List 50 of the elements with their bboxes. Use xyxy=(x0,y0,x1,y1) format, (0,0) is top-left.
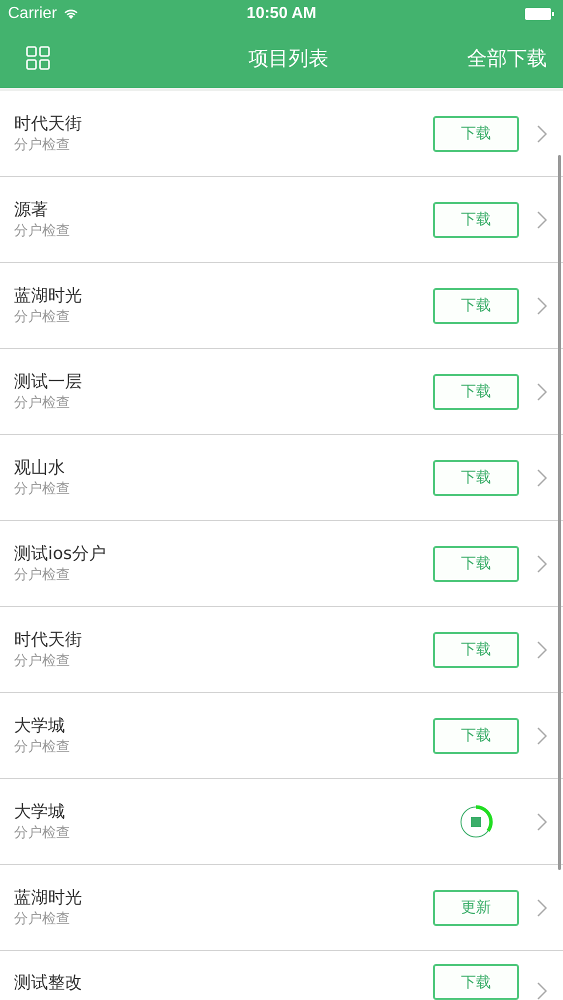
project-subtitle: 分户检查 xyxy=(14,738,71,756)
project-title: 测试ios分户 xyxy=(14,542,107,564)
project-subtitle: 分户检查 xyxy=(14,910,71,928)
project-subtitle: 分户检查 xyxy=(14,652,71,670)
download-progress-ring[interactable] xyxy=(458,804,494,840)
download-all-button[interactable]: 全部下载 xyxy=(467,44,547,72)
chevron-right-icon[interactable] xyxy=(537,982,547,1000)
project-title: 时代天街 xyxy=(14,112,83,134)
download-button[interactable]: 更新 xyxy=(433,890,519,926)
download-button[interactable]: 下载 xyxy=(433,374,519,410)
project-subtitle: 分户检查 xyxy=(14,222,71,240)
chevron-right-icon[interactable] xyxy=(537,554,547,572)
project-title: 测试一层 xyxy=(14,370,83,392)
chevron-right-icon[interactable] xyxy=(537,726,547,744)
download-button[interactable]: 下载 xyxy=(433,546,519,582)
download-button[interactable]: 下载 xyxy=(433,460,519,496)
chevron-right-icon[interactable] xyxy=(537,898,547,916)
download-button[interactable]: 下载 xyxy=(433,202,519,238)
project-title: 源著 xyxy=(14,198,49,220)
download-button[interactable]: 下载 xyxy=(433,632,519,668)
download-button[interactable]: 下载 xyxy=(433,116,519,152)
project-title: 观山水 xyxy=(14,456,66,478)
chevron-right-icon[interactable] xyxy=(537,382,547,400)
project-subtitle: 分户检查 xyxy=(14,566,71,584)
chevron-right-icon[interactable] xyxy=(537,640,547,658)
project-title: 蓝湖时光 xyxy=(14,886,83,908)
project-title: 蓝湖时光 xyxy=(14,284,83,306)
wifi-icon xyxy=(62,8,79,20)
project-title: 大学城 xyxy=(14,714,66,736)
chevron-right-icon[interactable] xyxy=(537,812,547,830)
grid-menu-icon[interactable] xyxy=(26,46,50,70)
project-subtitle: 分户检查 xyxy=(14,824,71,842)
chevron-right-icon[interactable] xyxy=(537,210,547,228)
project-subtitle: 分户检查 xyxy=(14,394,71,412)
chevron-right-icon[interactable] xyxy=(537,124,547,142)
clock-time: 10:50 AM xyxy=(246,5,316,23)
project-title: 测试整改 xyxy=(14,972,83,994)
battery-icon xyxy=(525,8,555,20)
project-subtitle: 分户检查 xyxy=(14,480,71,498)
download-button[interactable]: 下载 xyxy=(433,288,519,324)
carrier-label: Carrier xyxy=(8,5,57,23)
project-subtitle: 分户检查 xyxy=(14,136,71,154)
project-subtitle: 分户检查 xyxy=(14,308,71,326)
chevron-right-icon[interactable] xyxy=(537,296,547,314)
project-title: 时代天街 xyxy=(14,628,83,650)
chevron-right-icon[interactable] xyxy=(537,468,547,486)
download-button[interactable]: 下载 xyxy=(433,964,519,1000)
project-title: 大学城 xyxy=(14,800,66,822)
download-button[interactable]: 下载 xyxy=(433,718,519,754)
screen-title: 项目列表 xyxy=(248,44,328,72)
